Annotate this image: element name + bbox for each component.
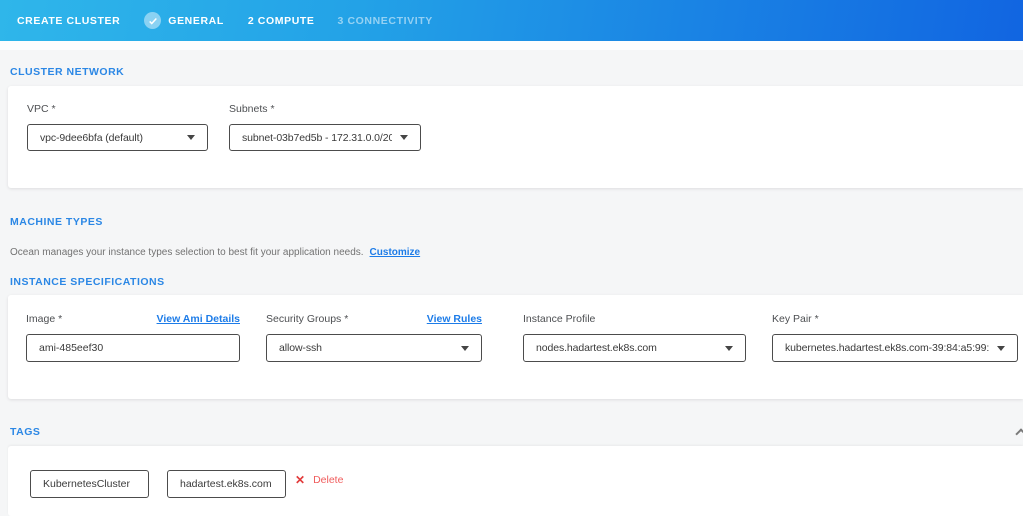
key-pair-dropdown[interactable]: kubernetes.hadartest.ek8s.com-39:84:a5:9… (772, 334, 1018, 362)
section-title-instance-specifications: INSTANCE SPECIFICATIONS (10, 276, 165, 288)
tab-compute[interactable]: 2 COMPUTE (248, 15, 315, 27)
subnets-value: subnet-03b7ed5b - 172.31.0.0/20 ... (242, 132, 392, 144)
chevron-down-icon (725, 346, 733, 351)
vpc-field: VPC * vpc-9dee6bfa (default) (27, 103, 208, 115)
wizard-body: CLUSTER NETWORK VPC * vpc-9dee6bfa (defa… (0, 41, 1023, 516)
security-groups-value: allow-ssh (279, 342, 322, 354)
vpc-value: vpc-9dee6bfa (default) (40, 132, 143, 144)
key-pair-value: kubernetes.hadartest.ek8s.com-39:84:a5:9… (785, 342, 989, 354)
subnets-label: Subnets * (229, 103, 421, 115)
delete-x-icon: ✕ (295, 474, 305, 486)
tags-card: ✕ Delete (8, 446, 1023, 516)
chevron-down-icon (997, 346, 1005, 351)
wizard-title: CREATE CLUSTER (17, 15, 120, 27)
header-underlay-strip (0, 41, 1023, 50)
image-field: Image * View Ami Details (26, 313, 240, 325)
key-pair-label: Key Pair * (772, 313, 1018, 325)
instance-profile-value: nodes.hadartest.ek8s.com (536, 342, 657, 354)
chevron-down-icon (400, 135, 408, 140)
machine-types-description-row: Ocean manages your instance types select… (10, 247, 420, 258)
image-input[interactable] (26, 334, 240, 362)
instance-profile-dropdown[interactable]: nodes.hadartest.ek8s.com (523, 334, 746, 362)
tab-general[interactable]: GENERAL (144, 12, 224, 29)
check-icon (144, 12, 161, 29)
instance-profile-label: Instance Profile (523, 313, 746, 325)
vpc-dropdown[interactable]: vpc-9dee6bfa (default) (27, 124, 208, 151)
security-groups-dropdown[interactable]: allow-ssh (266, 334, 482, 362)
collapse-chevron-icon[interactable] (1015, 428, 1023, 439)
section-title-machine-types: MACHINE TYPES (10, 216, 103, 228)
delete-tag-button[interactable]: ✕ Delete (295, 474, 343, 486)
instance-profile-field: Instance Profile nodes.hadartest.ek8s.co… (523, 313, 746, 325)
chevron-down-icon (461, 346, 469, 351)
wizard-header: CREATE CLUSTER GENERAL 2 COMPUTE 3 CONNE… (0, 0, 1023, 41)
instance-specifications-card: Image * View Ami Details Security Groups… (8, 295, 1023, 399)
tab-connectivity[interactable]: 3 CONNECTIVITY (338, 15, 433, 27)
tab-general-label: GENERAL (168, 15, 224, 27)
delete-tag-label: Delete (313, 474, 343, 486)
tag-value-input[interactable] (167, 470, 286, 498)
chevron-down-icon (187, 135, 195, 140)
cluster-network-card: VPC * vpc-9dee6bfa (default) Subnets * s… (8, 86, 1023, 188)
vpc-label: VPC * (27, 103, 208, 115)
key-pair-field: Key Pair * kubernetes.hadartest.ek8s.com… (772, 313, 1018, 325)
tab-connectivity-label: 3 CONNECTIVITY (338, 15, 433, 27)
section-title-cluster-network: CLUSTER NETWORK (10, 66, 124, 78)
view-rules-link[interactable]: View Rules (427, 313, 482, 325)
tag-key-input[interactable] (30, 470, 149, 498)
section-title-tags: TAGS (10, 426, 40, 438)
security-groups-field: Security Groups * View Rules allow-ssh (266, 313, 482, 325)
create-cluster-wizard: CREATE CLUSTER GENERAL 2 COMPUTE 3 CONNE… (0, 0, 1023, 516)
tab-compute-label: 2 COMPUTE (248, 15, 315, 27)
subnets-dropdown[interactable]: subnet-03b7ed5b - 172.31.0.0/20 ... (229, 124, 421, 151)
machine-types-description: Ocean manages your instance types select… (10, 247, 364, 258)
customize-link[interactable]: Customize (370, 247, 421, 258)
subnets-field: Subnets * subnet-03b7ed5b - 172.31.0.0/2… (229, 103, 421, 115)
view-ami-details-link[interactable]: View Ami Details (157, 313, 240, 325)
